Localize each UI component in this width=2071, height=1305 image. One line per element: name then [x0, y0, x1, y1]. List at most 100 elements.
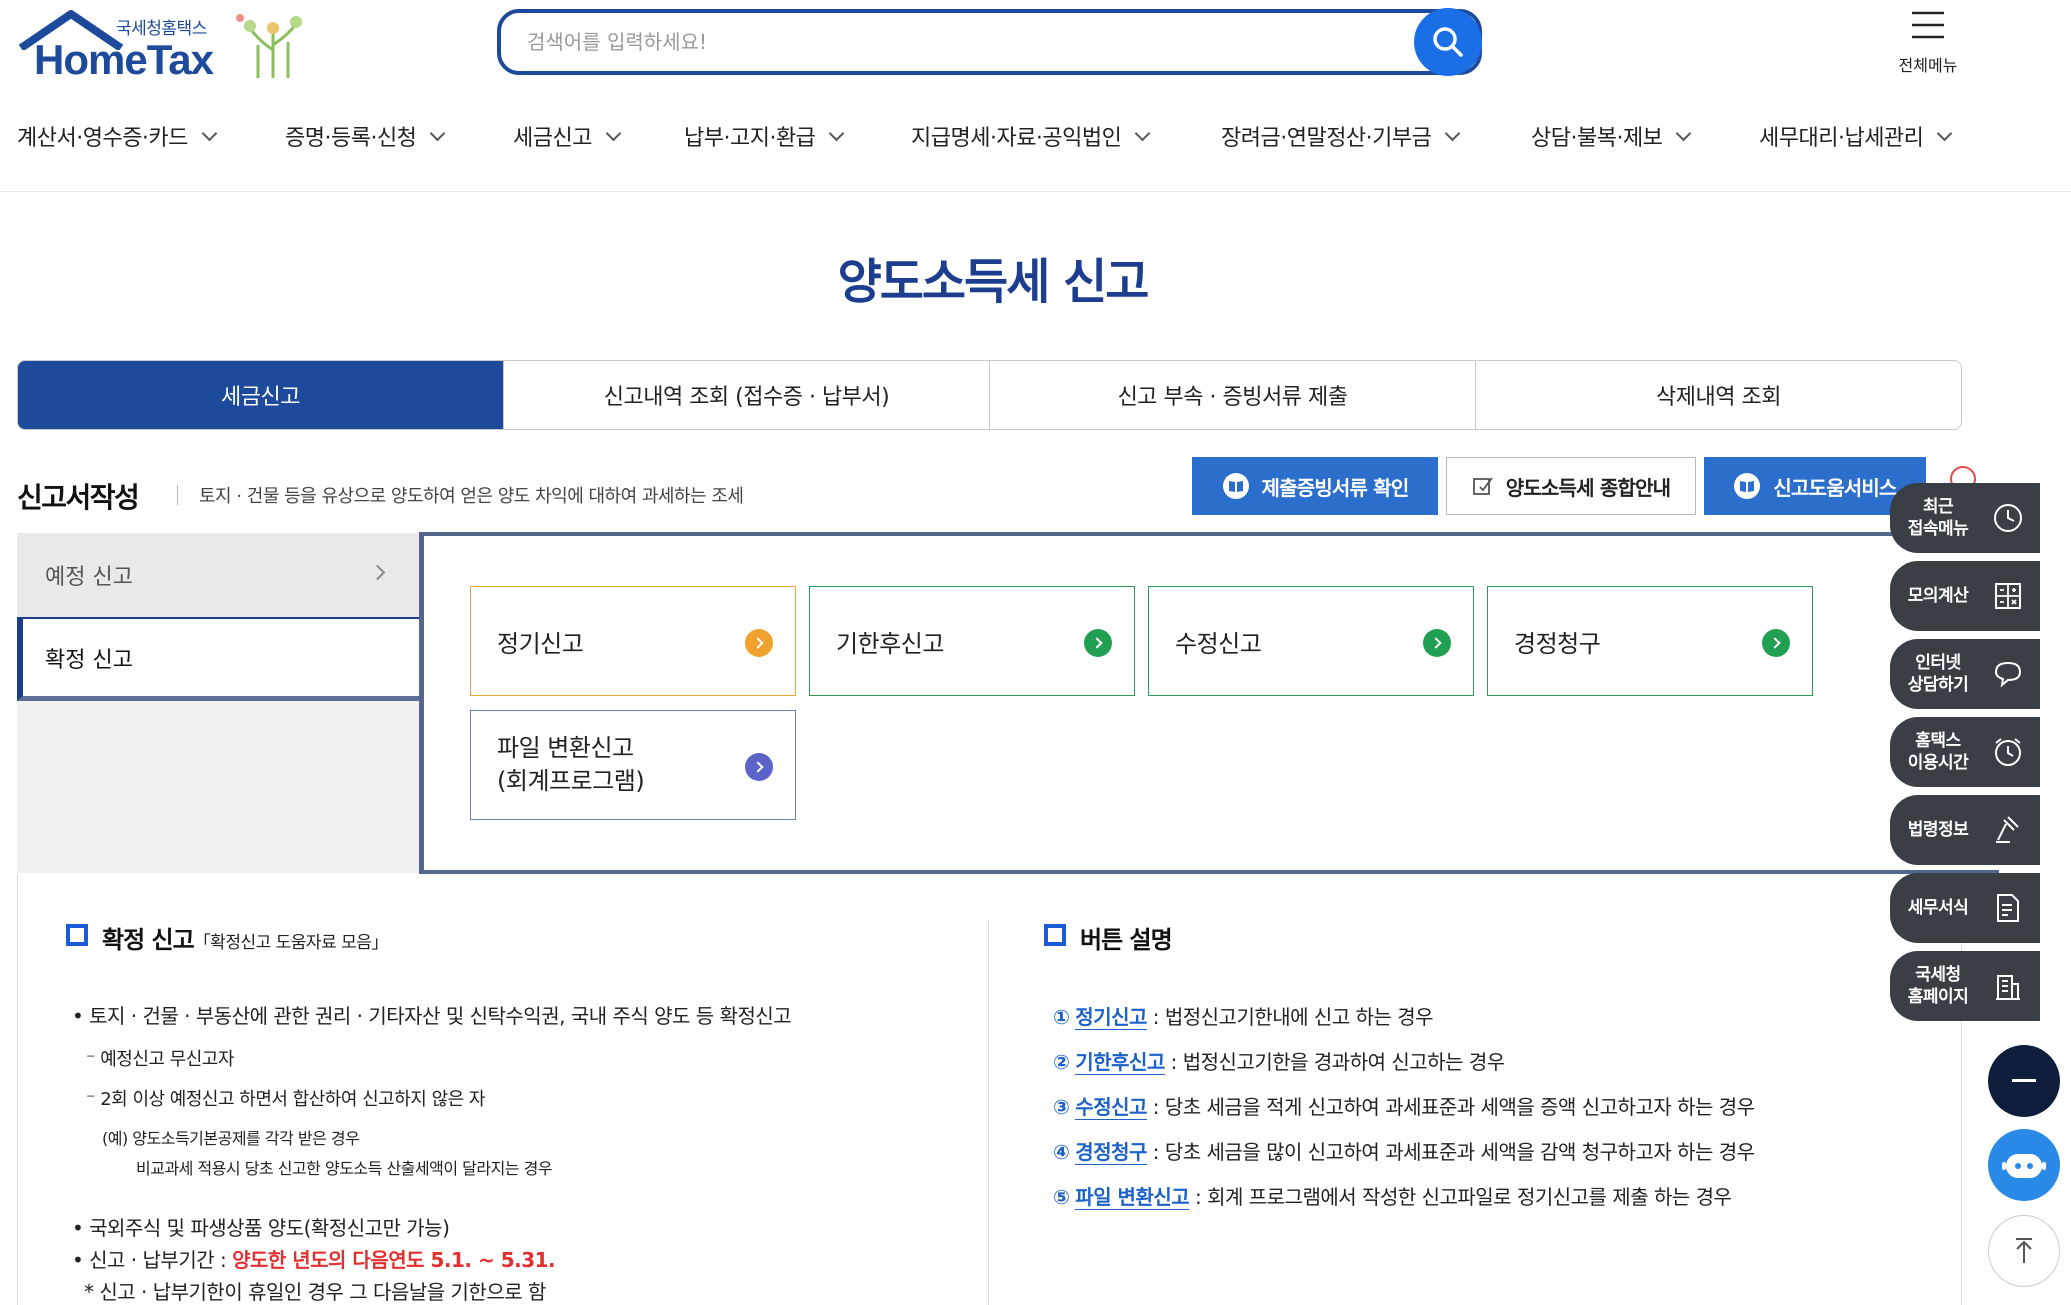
search-button[interactable] — [1414, 8, 1482, 76]
chatbot-icon — [2002, 1154, 2046, 1178]
card-label-line2: (회계프로그램) — [497, 767, 645, 795]
gnb-label: 세금신고 — [513, 126, 592, 151]
hometax-logo[interactable]: 국세청홈택스 HomeTax — [16, 10, 316, 83]
quick-service-hours[interactable]: 홈택스 이용시간 — [1890, 717, 2040, 787]
gnb-label: 지급명세·자료·공익법인 — [911, 126, 1122, 151]
evidence-check-button[interactable]: 제출증빙서류 확인 — [1192, 457, 1438, 515]
item-term[interactable]: 파일 변환신고 — [1075, 1185, 1190, 1210]
chevron-down-icon — [1937, 125, 1953, 141]
plant-icon — [236, 14, 302, 78]
gnb-item-payment[interactable]: 납부·고지·환급 — [684, 120, 845, 152]
card-label: 기한후신고 — [836, 629, 944, 658]
info-line: 비교과세 적용시 당초 신고한 양도소득 산출세액이 달라지는 경우 — [136, 1159, 553, 1178]
help-materials-link[interactable]: 「확정신고 도움자료 모음」 — [194, 933, 389, 953]
gnb-item-invoice[interactable]: 계산서·영수증·카드 — [17, 120, 218, 152]
search-box — [497, 9, 1482, 75]
chatbot-button[interactable] — [1988, 1129, 2060, 1201]
item-desc: : 법정신고기한내에 신고 하는 경우 — [1146, 1005, 1434, 1029]
item-desc: : 회계 프로그램에서 작성한 신고파일로 정기신고를 제출 하는 경우 — [1189, 1185, 1732, 1209]
book-icon — [1222, 473, 1249, 499]
column-divider — [988, 920, 989, 1305]
chevron-down-icon — [605, 125, 622, 141]
gnb-item-agent[interactable]: 세무대리·납세관리 — [1759, 120, 1953, 152]
quick-online-consult[interactable]: 인터넷 상담하기 — [1890, 639, 2040, 709]
card-late-report[interactable]: 기한후신고 — [809, 586, 1135, 696]
item-desc: : 법정신고기한을 경과하여 신고하는 경우 — [1164, 1050, 1505, 1074]
item-term[interactable]: 정기신고 — [1075, 1005, 1147, 1030]
gnb-item-certificate[interactable]: 증명·등록·신청 — [285, 120, 446, 152]
item-term[interactable]: 경정청구 — [1075, 1140, 1147, 1165]
chevron-right-icon — [369, 564, 386, 581]
search-input[interactable] — [527, 13, 1407, 71]
button-help-item: ② 기한후신고 : 법정신고기한을 경과하여 신고하는 경우 — [1053, 1046, 1505, 1075]
all-menu-button[interactable]: 전체메뉴 — [1880, 8, 1976, 78]
page-title: 양도소득세 신고 — [837, 254, 1150, 310]
report-type-panel: 정기신고 기한후신고 수정신고 경정청구 파일 변환신고 (회계프로그램) — [419, 532, 1999, 874]
quick-nts-homepage[interactable]: 국세청 홈페이지 — [1890, 951, 2040, 1021]
button-help-heading: 버튼 설명 — [1080, 926, 1173, 954]
card-regular-report[interactable]: 정기신고 — [470, 586, 796, 696]
building-icon — [1996, 975, 2020, 1000]
chevron-down-icon — [201, 125, 218, 141]
section-divider — [177, 485, 178, 505]
quick-tax-forms[interactable]: 세무서식 — [1890, 873, 2040, 943]
arrow-circle-icon — [1084, 629, 1112, 657]
item-number: ③ — [1053, 1095, 1070, 1119]
info-line: • 토지 · 건물 · 부동산에 관한 권리 · 기타자산 및 신탁수익권, 국… — [72, 1004, 792, 1028]
gnb-item-statement[interactable]: 지급명세·자료·공익법인 — [911, 120, 1151, 152]
info-line: (예) 양도소득기본공제를 각각 받은 경우 — [102, 1129, 360, 1148]
item-term[interactable]: 수정신고 — [1075, 1095, 1147, 1120]
chevron-down-icon — [829, 125, 845, 141]
gavel-icon — [1996, 816, 2019, 843]
button-label: 제출증빙서류 확인 — [1261, 475, 1410, 500]
button-help-item: ③ 수정신고 : 당초 세금을 적게 신고하여 과세표준과 세액을 증액 신고하… — [1053, 1091, 1755, 1120]
period-value: 양도한 년도의 다음연도 5.1. ~ 5.31. — [232, 1248, 556, 1272]
quick-simulation[interactable]: 모의계산 — [1890, 561, 2040, 631]
gnb-item-consult[interactable]: 상담·불복·제보 — [1531, 120, 1692, 152]
tab-tax-report[interactable]: 세금신고 — [18, 361, 504, 429]
tab-attachments[interactable]: 신고 부속 · 증빙서류 제출 — [990, 361, 1476, 429]
left-nav-preliminary[interactable]: 예정 신고 — [17, 533, 421, 617]
gnb-item-tax-report[interactable]: 세금신고 — [513, 120, 622, 152]
button-help-item: ① 정기신고 : 법정신고기한내에 신고 하는 경우 — [1053, 1001, 1434, 1030]
guide-button[interactable]: 양도소득세 종합안내 — [1446, 457, 1696, 515]
card-amended-report[interactable]: 수정신고 — [1148, 586, 1474, 696]
search-icon — [1433, 27, 1463, 57]
card-refund-claim[interactable]: 경정청구 — [1487, 586, 1813, 696]
item-term[interactable]: 기한후신고 — [1075, 1050, 1165, 1075]
quick-label: 홈페이지 — [1907, 987, 1969, 1007]
alarm-clock-icon — [1995, 738, 2021, 766]
card-label: 파일 변환신고 (회계프로그램) — [497, 732, 645, 798]
clock-icon — [1994, 504, 2022, 532]
item-desc: : 당초 세금을 많이 신고하여 과세표준과 세액을 감액 청구하고자 하는 경… — [1146, 1140, 1755, 1164]
period-label: • 신고 · 납부기간 : — [72, 1248, 233, 1272]
tab-history[interactable]: 신고내역 조회 (접수증 · 납부서) — [504, 361, 990, 429]
tab-bar: 세금신고 신고내역 조회 (접수증 · 납부서) 신고 부속 · 증빙서류 제출… — [17, 360, 1962, 430]
quick-label: 이용시간 — [1907, 753, 1969, 773]
left-nav-final[interactable]: 확정 신고 — [17, 617, 421, 701]
card-file-conversion[interactable]: 파일 변환신고 (회계프로그램) — [470, 710, 796, 820]
quick-law-info[interactable]: 법령정보 — [1890, 795, 2040, 865]
arrow-circle-icon — [1762, 629, 1790, 657]
collapse-quickmenu-button[interactable] — [1988, 1045, 2060, 1117]
card-label: 수정신고 — [1175, 629, 1262, 658]
quick-label: 최근 — [1922, 497, 1954, 517]
item-number: ① — [1053, 1005, 1070, 1029]
section-title: 신고서작성 — [17, 481, 140, 514]
quick-label: 법령정보 — [1907, 820, 1969, 840]
chevron-down-icon — [430, 125, 446, 141]
item-number: ② — [1053, 1050, 1070, 1074]
quick-label: 세무서식 — [1907, 898, 1969, 918]
gnb-item-incentive[interactable]: 장려금·연말정산·기부금 — [1221, 120, 1461, 152]
info-line: * 신고 · 납부기한이 휴일인 경우 그 다음날을 기한으로 함 — [84, 1280, 546, 1304]
gnb-label: 상담·불복·제보 — [1531, 126, 1663, 151]
tab-deleted[interactable]: 삭제내역 조회 — [1476, 361, 1961, 429]
quick-recent-menu[interactable]: 최근 접속메뉴 — [1890, 483, 2040, 553]
global-nav: 계산서·영수증·카드 증명·등록·신청 세금신고 납부·고지·환급 지급명세·자… — [0, 112, 2071, 192]
item-number: ⑤ — [1053, 1185, 1070, 1209]
quick-label: 상담하기 — [1907, 675, 1969, 695]
scroll-top-button[interactable] — [1988, 1215, 2060, 1287]
quick-label: 모의계산 — [1907, 586, 1969, 606]
gnb-label: 계산서·영수증·카드 — [17, 126, 188, 151]
final-report-heading: 확정 신고「확정신고 도움자료 모음」 — [102, 920, 388, 955]
